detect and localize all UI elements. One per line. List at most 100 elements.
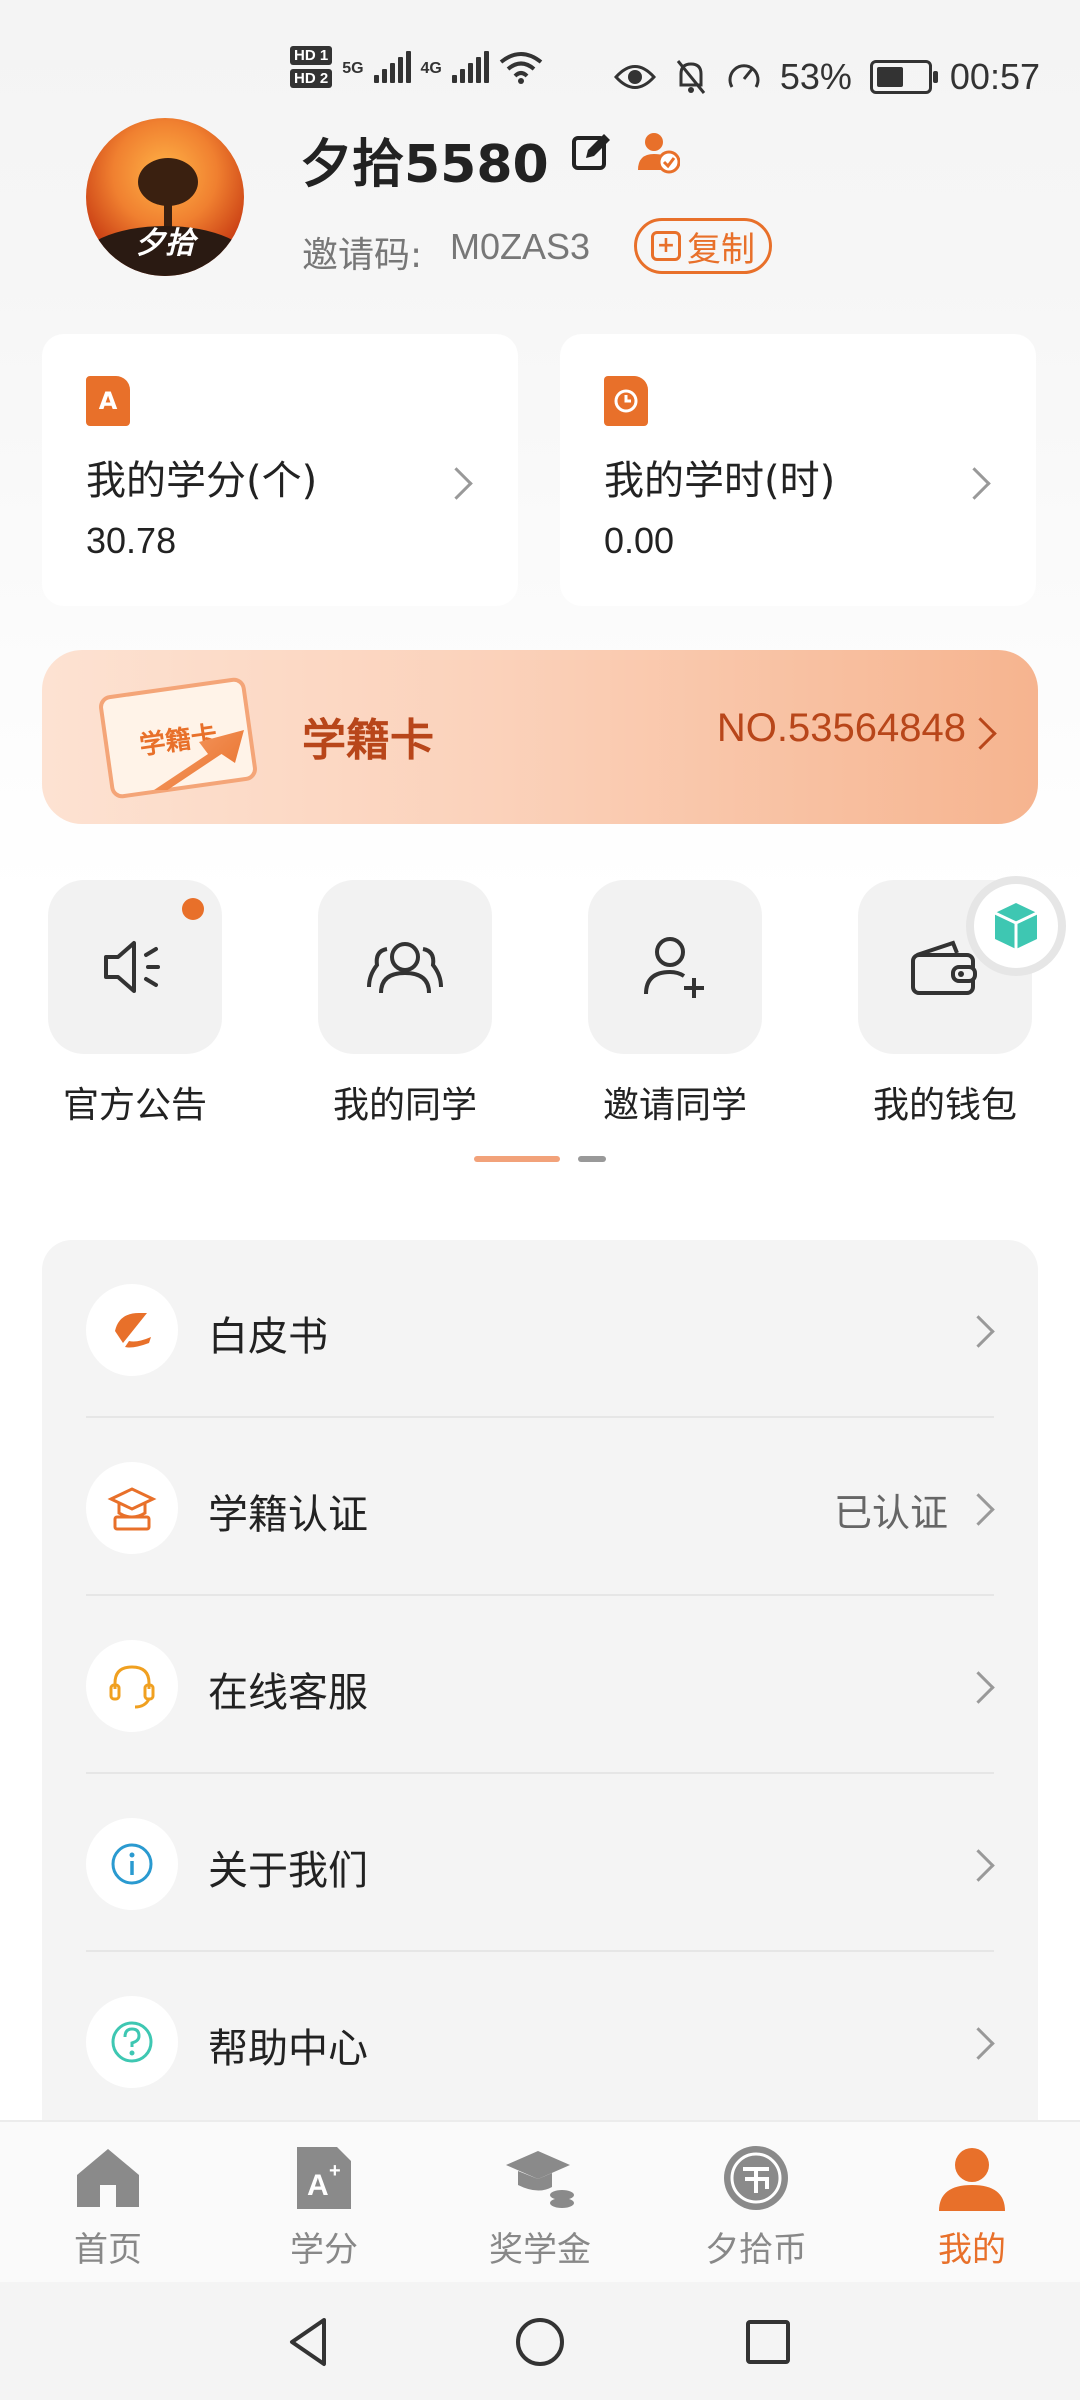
verification-status: 已认证: [833, 1491, 948, 1535]
credits-card[interactable]: A 我的学分(个) 30.78: [42, 334, 518, 606]
back-icon[interactable]: [280, 2312, 340, 2372]
hd1-badge: HD 1: [290, 46, 333, 65]
page-dot: [578, 1156, 606, 1162]
invite-tile[interactable]: [588, 880, 762, 1054]
study-hours-value: 0.00: [604, 520, 675, 561]
wifi-icon: [499, 52, 543, 84]
username: 夕拾5580: [300, 135, 549, 195]
quick-action-classmates[interactable]: 我的同学: [318, 880, 492, 1128]
clock-icon: [604, 376, 648, 426]
floating-cube-button[interactable]: [966, 876, 1066, 976]
tab-me[interactable]: 我的: [892, 2140, 1052, 2271]
menu-label: 关于我们: [208, 1848, 368, 1894]
quick-action-announcements[interactable]: 官方公告: [48, 880, 222, 1128]
cube-icon: [994, 903, 1038, 949]
menu-label: 学籍认证: [208, 1492, 368, 1538]
system-navigation-bar: [0, 2282, 1080, 2400]
clock-time: 00:57: [949, 56, 1040, 97]
study-hours-card[interactable]: 我的学时(时) 0.00: [560, 334, 1036, 606]
page-dot-active: [474, 1156, 560, 1162]
student-card-number: NO.53564848: [716, 706, 966, 750]
tab-scholarship[interactable]: 奖学金: [460, 2140, 620, 2271]
hd2-badge: HD 2: [290, 69, 333, 88]
quick-action-label: 官方公告: [62, 1085, 207, 1126]
invite-code-value: M0ZAS3: [450, 226, 591, 267]
credit-tab-icon: A +: [297, 2147, 351, 2209]
tab-credits[interactable]: A + 学分: [244, 2140, 404, 2271]
home-circle-icon[interactable]: [510, 2312, 570, 2372]
help-icon: [86, 1996, 178, 2088]
home-icon: [77, 2149, 139, 2207]
chevron-right-icon: [962, 1671, 995, 1704]
tab-coins[interactable]: 夕拾币: [676, 2140, 836, 2271]
graduation-cert-icon: [86, 1462, 178, 1554]
chevron-right-icon: [964, 717, 997, 750]
coin-icon: [724, 2146, 788, 2210]
signal-group: HD 1 HD 2 5G 4G: [290, 46, 543, 88]
edit-icon[interactable]: [570, 132, 612, 174]
menu-item-about-us[interactable]: 关于我们: [42, 1774, 1038, 1952]
credits-value: 30.78: [86, 520, 177, 561]
announcement-tile[interactable]: [48, 880, 222, 1054]
battery-percent: 53%: [779, 56, 852, 97]
add-user-icon: [644, 937, 704, 998]
chevron-right-icon: [962, 1493, 995, 1526]
page-indicator: [474, 1156, 606, 1162]
quick-action-label: 我的同学: [332, 1085, 477, 1126]
tab-label: 首页: [74, 2230, 142, 2270]
whitepaper-icon: [86, 1284, 178, 1376]
menu-list: 白皮书 学籍认证 已认证 在线客服 关于我们 帮助中心: [42, 1240, 1038, 2240]
study-hours-title: 我的学时(时): [604, 458, 836, 504]
student-card-banner[interactable]: 学籍卡 学籍卡 NO.53564848: [42, 650, 1038, 824]
status-right: 53% 00:57: [613, 56, 1040, 98]
quick-action-label: 邀请同学: [602, 1085, 747, 1126]
copy-icon: +: [651, 231, 681, 261]
verified-user-icon[interactable]: [636, 130, 680, 174]
chevron-right-icon: [962, 1849, 995, 1882]
network-type-1: 5G: [342, 60, 364, 77]
menu-label: 帮助中心: [208, 2026, 368, 2072]
avatar-logo-text: 夕拾: [135, 226, 195, 261]
svg-text:+: +: [329, 2160, 341, 2182]
menu-item-customer-service[interactable]: 在线客服: [42, 1596, 1038, 1774]
classmates-icon: [367, 942, 443, 994]
status-bar: HD 1 HD 2 5G 4G 53% 00:57: [0, 0, 1080, 110]
notification-dot: [182, 898, 204, 920]
mute-bell-icon: [676, 60, 706, 94]
menu-item-whitepaper[interactable]: 白皮书: [42, 1240, 1038, 1418]
chevron-right-icon: [962, 1315, 995, 1348]
copy-label: 复制: [687, 229, 755, 270]
classmates-tile[interactable]: [318, 880, 492, 1054]
network-type-2: 4G: [420, 60, 442, 77]
menu-label: 白皮书: [208, 1314, 328, 1360]
recent-apps-icon[interactable]: [738, 2312, 798, 2372]
menu-label: 在线客服: [208, 1670, 368, 1716]
avatar[interactable]: 夕拾: [86, 118, 244, 276]
tab-label: 夕拾币: [705, 2230, 807, 2270]
signal-icon-2: [451, 51, 489, 83]
quick-action-label: 我的钱包: [872, 1085, 1017, 1126]
tab-label: 学分: [290, 2230, 358, 2270]
battery-icon: [869, 60, 938, 94]
speed-gauge-icon: [728, 64, 760, 88]
chevron-right-icon: [962, 2027, 995, 2060]
menu-item-help-center[interactable]: 帮助中心: [42, 1952, 1038, 2130]
menu-item-student-verification[interactable]: 学籍认证 已认证: [42, 1418, 1038, 1596]
chevron-right-icon: [440, 467, 473, 500]
tab-home[interactable]: 首页: [28, 2140, 188, 2271]
speaker-icon: [104, 941, 160, 993]
quick-action-invite[interactable]: 邀请同学: [588, 880, 762, 1128]
hd-badges: HD 1 HD 2: [290, 46, 333, 88]
credit-icon: A: [86, 376, 130, 426]
eye-icon: [613, 65, 656, 89]
info-icon: [86, 1818, 178, 1910]
invite-code-label: 邀请码:: [302, 235, 423, 276]
student-card-illustration: 学籍卡: [94, 676, 264, 800]
svg-text:A: A: [307, 2169, 329, 2202]
signal-icon: [373, 51, 411, 83]
chevron-right-icon: [958, 467, 991, 500]
copy-button[interactable]: + 复制: [634, 218, 772, 274]
profile-icon: [939, 2148, 1005, 2211]
headset-icon: [86, 1640, 178, 1732]
bottom-tab-bar: 首页 A + 学分 奖学金 夕拾币 我的: [0, 2120, 1080, 2282]
